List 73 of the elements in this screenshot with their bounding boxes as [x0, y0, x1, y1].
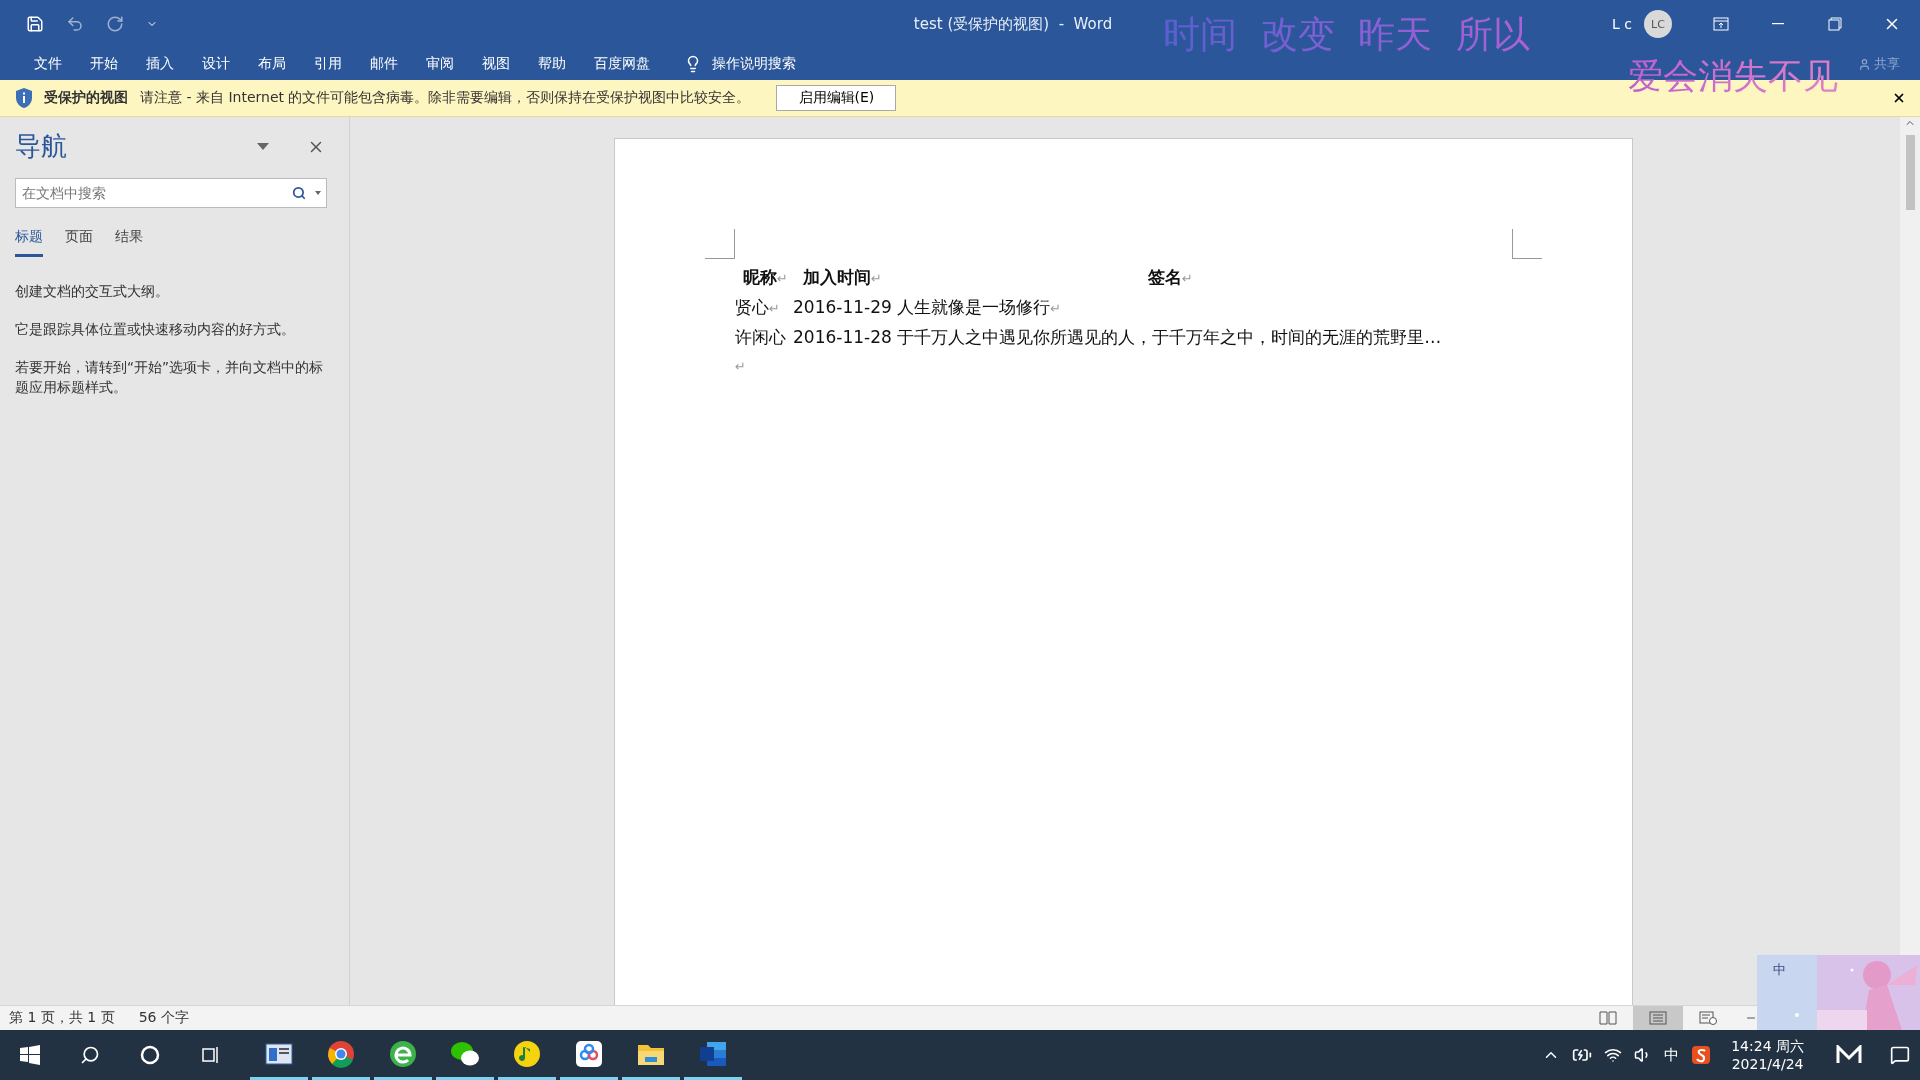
- globe-e-icon: [389, 1039, 417, 1068]
- help-text: 若要开始，请转到“开始”选项卡，并向文档中的标题应用标题样式。: [15, 358, 324, 397]
- page-count: 第 1 页，共 1 页: [9, 1009, 115, 1027]
- triangle-down-icon: [257, 142, 269, 151]
- minimize-icon: [1771, 23, 1784, 25]
- search-icon[interactable]: [292, 186, 306, 200]
- help-text: 它是跟踪具体位置或快速移动内容的好方式。: [15, 320, 296, 339]
- s-logo-icon[interactable]: [1691, 1045, 1712, 1065]
- vertical-scrollbar[interactable]: [1900, 117, 1920, 955]
- pane-tab[interactable]: 标题: [15, 228, 43, 257]
- ribbon-display-icon: [1712, 17, 1729, 31]
- ribbon-tab[interactable]: 开始: [76, 55, 132, 73]
- round-browser-icon: [327, 1039, 355, 1068]
- undo-icon: [66, 15, 84, 33]
- pane-tab[interactable]: 结果: [115, 228, 143, 257]
- word-count: 56 个字: [138, 1009, 189, 1027]
- protected-view-message: 请注意 - 来自 Internet 的文件可能包含病毒。除非需要编辑，否则保持在受保护视图中比较安全。: [140, 89, 751, 107]
- word-document-icon: [699, 1040, 727, 1067]
- column-heading: 签名↵: [1148, 266, 1193, 289]
- ribbon-tab[interactable]: 布局: [244, 55, 300, 73]
- user-avatar[interactable]: LC: [1644, 10, 1672, 38]
- entry-text: 2016-11-29 人生就像是一场修行↵: [793, 296, 1062, 319]
- crop-mark: [705, 229, 735, 259]
- ring-icon: [140, 1045, 160, 1065]
- restore-icon: [1827, 17, 1842, 31]
- ime-mode[interactable]: 中: [1773, 961, 1786, 979]
- dropdown-icon[interactable]: [314, 190, 322, 196]
- enable-editing-button[interactable]: 启用编辑(E): [776, 85, 897, 111]
- ribbon-tab[interactable]: 审阅: [412, 55, 468, 73]
- clock[interactable]: 14:24 周六 2021/4/24: [1731, 1037, 1804, 1073]
- redo-icon: [106, 15, 124, 33]
- windows-logo-icon: [20, 1045, 40, 1065]
- scroll-thumb[interactable]: [1905, 135, 1915, 210]
- task-view-icon: [200, 1045, 220, 1065]
- search-icon: [80, 1045, 100, 1065]
- music-note-icon: [513, 1039, 541, 1068]
- window-icon: [265, 1041, 293, 1066]
- chat-bubbles-icon: [450, 1040, 480, 1067]
- ribbon-tab[interactable]: 百度网盘: [580, 55, 664, 73]
- cloud-icon: [575, 1039, 603, 1068]
- search-field[interactable]: 在文档中搜索: [20, 184, 292, 202]
- help-text: 创建文档的交互式大纲。: [15, 282, 170, 301]
- ribbon-tab[interactable]: 设计: [188, 55, 244, 73]
- shield-info-icon: [14, 87, 34, 109]
- column-heading: 昵称↵: [742, 266, 789, 289]
- search-box[interactable]: 在文档中搜索: [15, 178, 327, 208]
- ribbon-tab[interactable]: 插入: [132, 55, 188, 73]
- pane-title: 导航: [15, 130, 68, 163]
- protected-view-title: 受保护的视图: [44, 89, 128, 107]
- open-book-icon: [1599, 1011, 1617, 1025]
- wifi-icon[interactable]: [1604, 1046, 1623, 1064]
- page-lines-icon: [1649, 1011, 1667, 1025]
- input-language[interactable]: 中: [1664, 1045, 1680, 1065]
- web-page-icon: [1699, 1011, 1717, 1025]
- ribbon-tab[interactable]: 邮件: [356, 55, 412, 73]
- user-name: L c: [1612, 16, 1632, 32]
- nickname-text: 许闲心: [735, 326, 787, 349]
- close-icon: [1892, 91, 1906, 105]
- ribbon-tab[interactable]: 文件: [20, 55, 76, 73]
- save-icon: [26, 15, 44, 33]
- ribbon-tab[interactable]: 帮助: [524, 55, 580, 73]
- paragraph-mark: ↵: [735, 358, 746, 376]
- entry-text: 2016-11-28 于千万人之中遇见你所遇见的人，于千万年之中，时间的无涯的荒野里…: [793, 326, 1442, 349]
- tell-me-search[interactable]: 操作说明搜索: [678, 54, 802, 74]
- pane-tab[interactable]: 页面: [65, 228, 93, 257]
- ribbon-tab[interactable]: 视图: [468, 55, 524, 73]
- notification-icon[interactable]: [1890, 1045, 1910, 1065]
- person-icon: [1858, 57, 1871, 71]
- ribbon-tab[interactable]: 引用: [300, 55, 356, 73]
- m-logo-icon[interactable]: [1836, 1045, 1862, 1065]
- nickname-text: 贤心↵: [735, 296, 781, 319]
- crop-mark: [1512, 229, 1542, 259]
- column-heading: 加入时间↵: [803, 266, 883, 289]
